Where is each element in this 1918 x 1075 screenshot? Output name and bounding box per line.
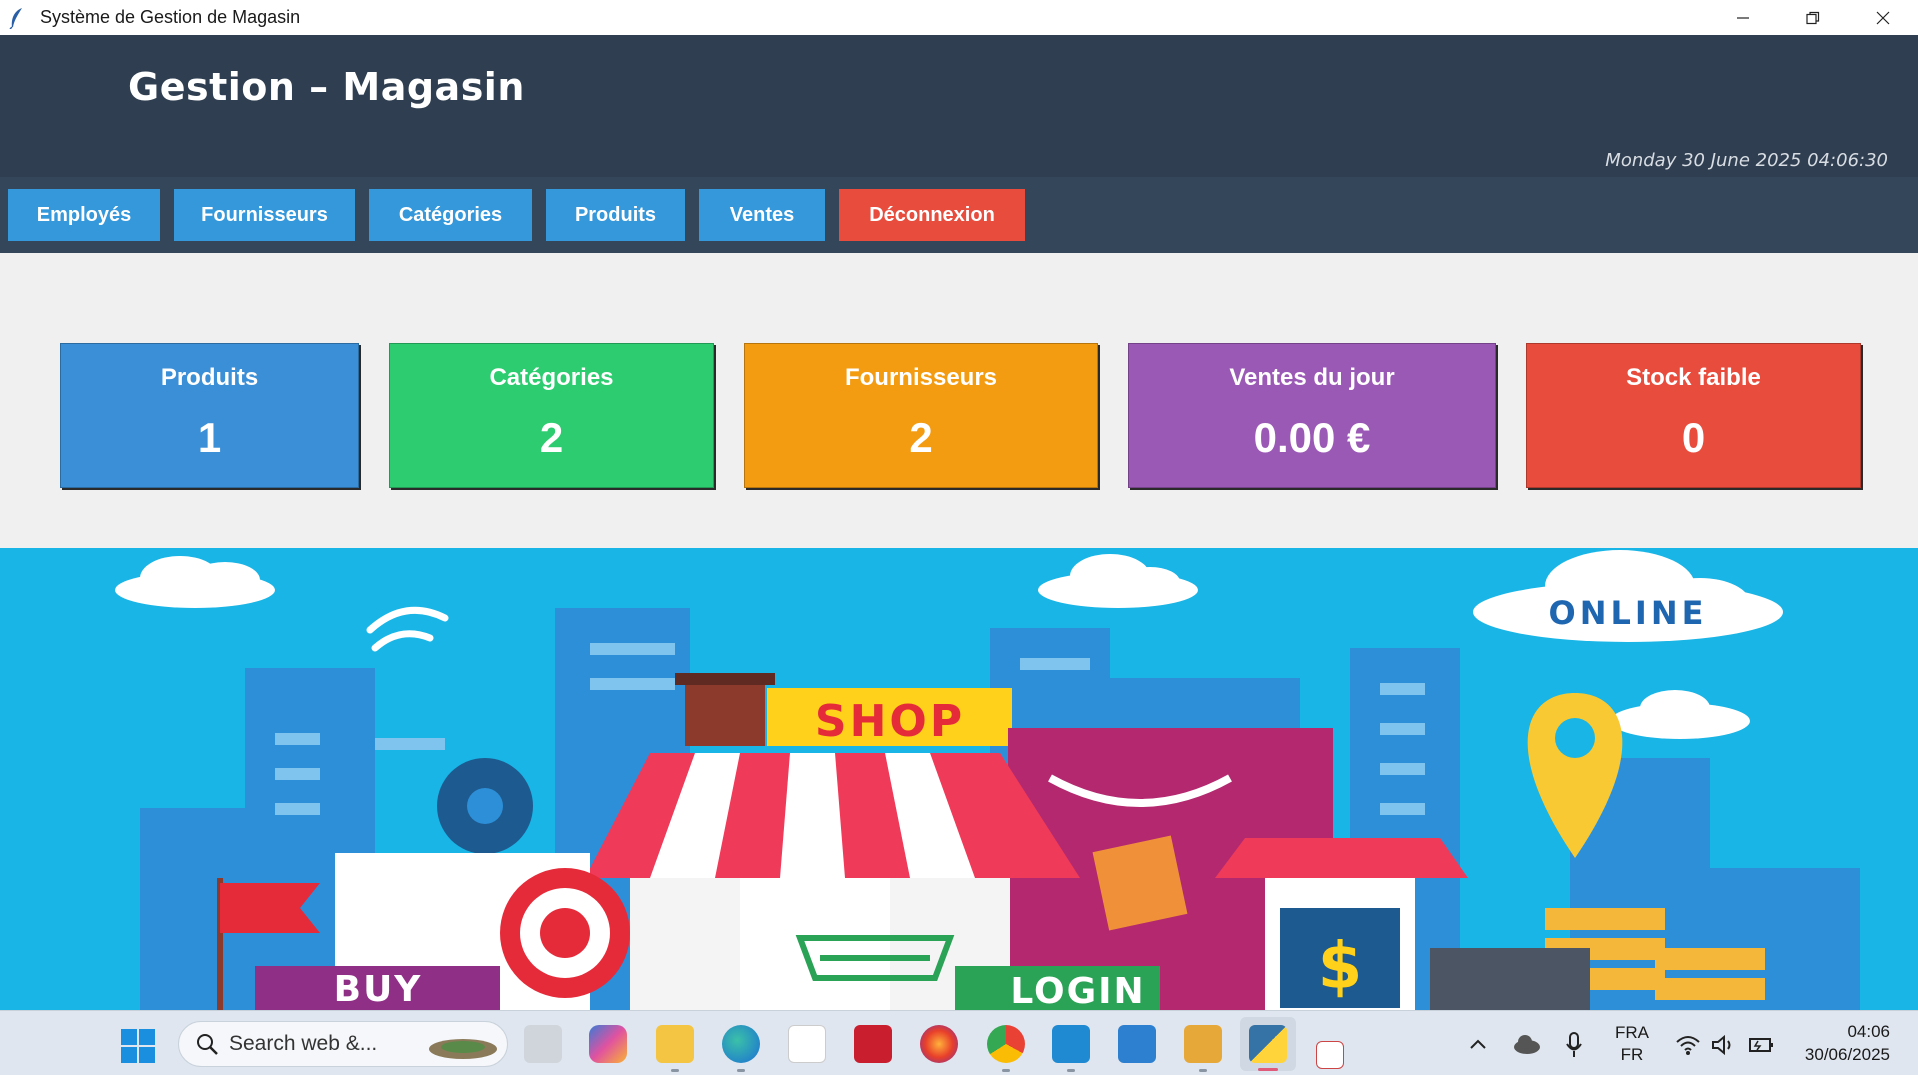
login-sign: LOGIN <box>1010 971 1145 1010</box>
restore-icon <box>1806 11 1820 24</box>
stat-label: Produits <box>160 364 259 391</box>
copilot-icon[interactable] <box>589 1025 627 1063</box>
clock-date[interactable]: 30/06/2025 <box>1790 1045 1910 1065</box>
microsoft-store-icon[interactable] <box>788 1025 826 1063</box>
firefox-icon[interactable] <box>920 1025 958 1063</box>
notification-app-icon[interactable] <box>1316 1041 1344 1069</box>
running-indicator <box>1002 1069 1010 1072</box>
stat-value: 0.00 € <box>1253 414 1371 461</box>
buy-sign: BUY <box>334 969 423 1010</box>
shop-app-icon[interactable] <box>1184 1025 1222 1063</box>
microphone-icon[interactable] <box>1565 1031 1583 1059</box>
task-view-icon[interactable] <box>524 1025 562 1063</box>
python-icon <box>1249 1025 1287 1063</box>
restore-button[interactable] <box>1778 0 1848 35</box>
stat-value: 2 <box>909 414 933 461</box>
stat-card-stock-faible: Stock faible 0 <box>1526 343 1861 488</box>
stat-value: 1 <box>197 414 222 461</box>
nav-bar: Employés Fournisseurs Catégories Produit… <box>0 177 1918 253</box>
app-header: Gestion – Magasin Monday 30 June 2025 04… <box>0 35 1918 177</box>
running-indicator <box>1199 1069 1207 1072</box>
python-app-active[interactable] <box>1240 1017 1296 1071</box>
vscode-icon[interactable] <box>1052 1025 1090 1063</box>
running-indicator <box>1067 1069 1075 1072</box>
stat-card-produits: Produits 1 <box>60 343 359 488</box>
stat-card-fournisseurs: Fournisseurs 2 <box>744 343 1098 488</box>
logout-button[interactable]: Déconnexion <box>839 189 1025 241</box>
edge-icon[interactable] <box>722 1025 760 1063</box>
stat-value: 2 <box>539 414 564 461</box>
chevron-up-icon[interactable] <box>1468 1036 1488 1052</box>
screen-recorder-icon[interactable] <box>854 1025 892 1063</box>
clock-time[interactable]: 04:06 <box>1790 1022 1910 1042</box>
window-controls <box>1708 0 1918 35</box>
running-indicator <box>671 1069 679 1072</box>
running-indicator <box>737 1069 745 1072</box>
stat-label: Catégories <box>489 364 614 391</box>
window-title: Système de Gestion de Magasin <box>40 7 301 27</box>
nav-produits-button[interactable]: Produits <box>546 189 685 241</box>
keyboard-layout-indicator[interactable]: FR <box>1612 1045 1652 1065</box>
battery-icon[interactable] <box>1748 1035 1776 1055</box>
windows-taskbar: Search web &... FRA FR 04:06 30/06/2025 <box>0 1010 1918 1075</box>
datetime-label: Monday 30 June 2025 04:06:30 <box>1605 150 1888 171</box>
stat-card-ventes-du-jour: Ventes du jour 0.00 € <box>1128 343 1496 488</box>
minimize-button[interactable] <box>1708 0 1778 35</box>
stats-panel: Produits 1 Catégories 2 Fournisseurs 2 V… <box>0 253 1918 548</box>
stadium-search-highlight-icon <box>429 1039 497 1059</box>
window-titlebar: Système de Gestion de Magasin <box>0 0 1918 35</box>
language-indicator[interactable]: FRA <box>1612 1023 1652 1043</box>
nav-fournisseurs-button[interactable]: Fournisseurs <box>174 189 355 241</box>
stat-label: Fournisseurs <box>844 364 998 391</box>
stat-card-categories: Catégories 2 <box>389 343 714 488</box>
page-title: Gestion – Magasin <box>128 65 525 109</box>
shop-illustration: ONLINE SHOP BUY LOGIN $ <box>115 550 1860 1010</box>
close-icon <box>1876 11 1890 24</box>
stat-value: 0 <box>1681 414 1706 461</box>
minimize-icon <box>1737 16 1749 19</box>
online-sign: ONLINE <box>1549 594 1708 632</box>
nav-ventes-button[interactable]: Ventes <box>699 189 825 241</box>
photos-icon[interactable] <box>1118 1025 1156 1063</box>
volume-icon[interactable] <box>1710 1034 1736 1056</box>
search-placeholder: Search web &... <box>229 1032 378 1055</box>
stat-label: Ventes du jour <box>1229 364 1395 391</box>
active-indicator <box>1258 1068 1278 1071</box>
file-explorer-icon[interactable] <box>656 1025 694 1063</box>
wifi-icon[interactable] <box>1675 1034 1701 1056</box>
dollar-sign: $ <box>1318 930 1363 1004</box>
cloud-icon[interactable] <box>1512 1033 1542 1055</box>
taskbar-search[interactable]: Search web &... <box>178 1021 508 1067</box>
stat-label: Stock faible <box>1626 364 1761 391</box>
nav-categories-button[interactable]: Catégories <box>369 189 532 241</box>
chrome-icon[interactable] <box>987 1025 1025 1063</box>
shop-banner-image: ONLINE SHOP BUY LOGIN $ <box>0 548 1918 1010</box>
search-icon <box>197 1034 218 1055</box>
close-button[interactable] <box>1848 0 1918 35</box>
feather-icon <box>9 7 22 29</box>
start-button[interactable] <box>120 1028 156 1064</box>
nav-employes-button[interactable]: Employés <box>8 189 160 241</box>
shop-sign: SHOP <box>815 696 965 747</box>
